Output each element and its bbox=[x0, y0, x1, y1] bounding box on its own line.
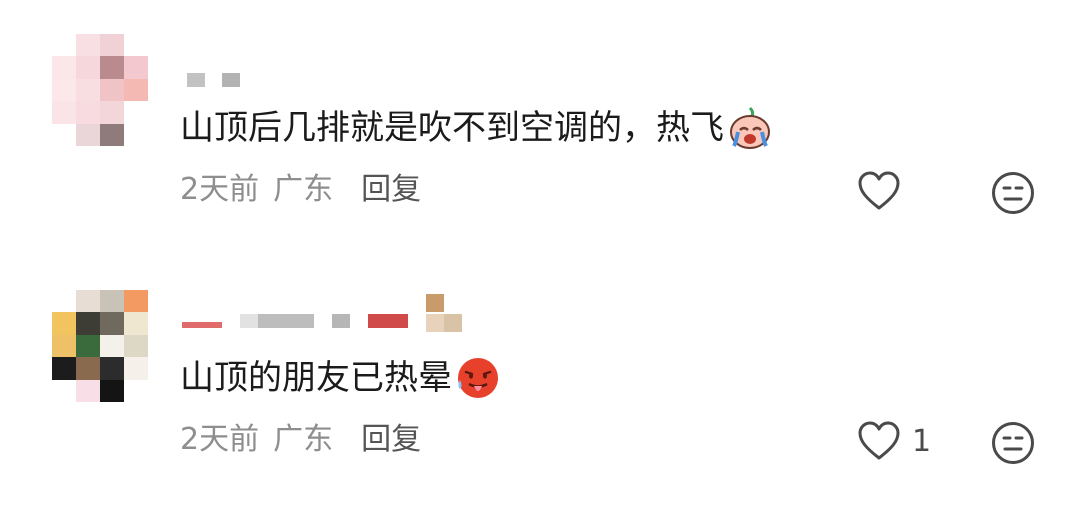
neutral-face-icon bbox=[992, 422, 1034, 464]
heart-icon bbox=[858, 421, 900, 460]
comment-time: 2天前 bbox=[180, 422, 260, 457]
like-count: 1 bbox=[912, 423, 932, 459]
comment-body: 山顶的朋友已热晕 bbox=[180, 358, 452, 398]
comment-text: 山顶的朋友已热晕 bbox=[180, 354, 502, 402]
like-button[interactable]: 1 bbox=[856, 420, 931, 462]
comment-location: 广东 bbox=[273, 422, 334, 457]
username-pixelated[interactable] bbox=[182, 292, 482, 340]
dislike-button[interactable] bbox=[990, 420, 1036, 470]
comment-meta: 2天前 广东 回复 bbox=[180, 420, 435, 460]
comment-item: 山顶的朋友已热晕 2天前 广东 回复 1 bbox=[0, 0, 1080, 464]
reply-button[interactable]: 回复 bbox=[361, 422, 421, 457]
avatar[interactable] bbox=[52, 290, 148, 402]
hot-face-emoji bbox=[458, 358, 498, 398]
